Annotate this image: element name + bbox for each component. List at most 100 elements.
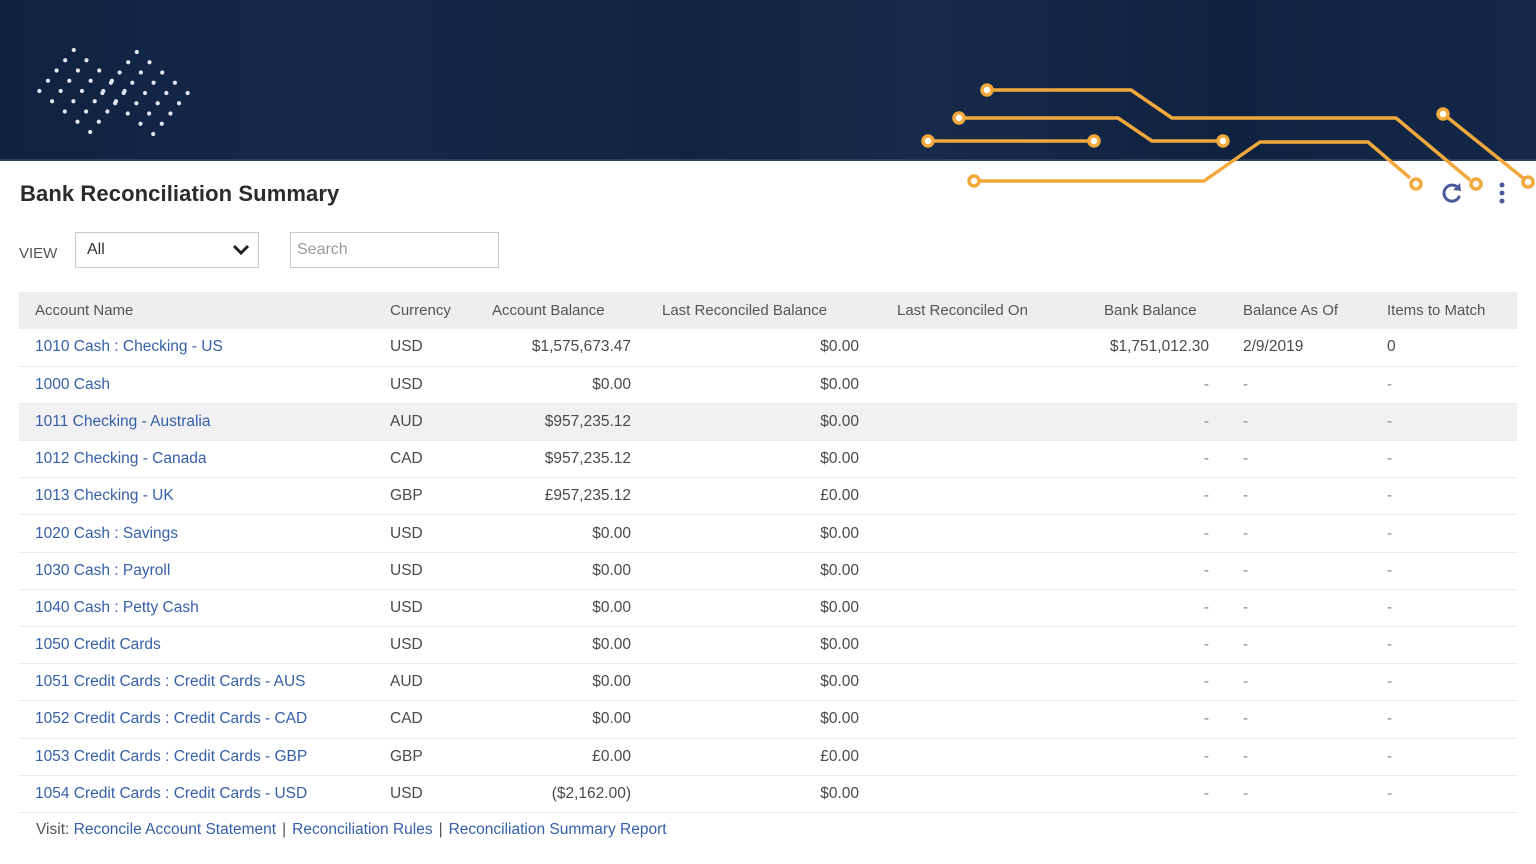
column-header-items-to-match[interactable]: Items to Match bbox=[1369, 292, 1517, 329]
items-to-match-value: - bbox=[1387, 487, 1393, 505]
decoration-dot bbox=[168, 111, 173, 116]
bank-balance-value: - bbox=[1203, 784, 1209, 802]
view-dropdown[interactable]: All bbox=[75, 232, 259, 268]
table-row[interactable]: 1030 Cash : Payroll USD $0.00 $0.00 - - - bbox=[19, 552, 1517, 590]
currency-value: USD bbox=[390, 375, 423, 393]
items-to-match-cell: - bbox=[1369, 663, 1517, 702]
last-reconciled-balance-value: $0.00 bbox=[820, 375, 859, 393]
decoration-dot bbox=[71, 99, 76, 104]
table-row[interactable]: 1012 Checking - Canada CAD $957,235.12 $0.0… bbox=[19, 440, 1517, 479]
balance-as-of-value: - bbox=[1243, 636, 1249, 654]
decoration-dot bbox=[49, 99, 55, 104]
table-row[interactable]: 1050 Credit Cards USD $0.00 $0.00 - - - bbox=[19, 626, 1517, 665]
more-vertical-icon[interactable] bbox=[1492, 180, 1512, 206]
table-row[interactable]: 1052 Credit Cards : Credit Cards - CAD CA… bbox=[19, 700, 1517, 739]
items-to-match-link[interactable]: 0 bbox=[1387, 338, 1396, 355]
account-name-link[interactable]: 1040 Cash : Petty Cash bbox=[35, 599, 199, 616]
reconciliation-rules-link[interactable]: Reconciliation Rules bbox=[292, 821, 432, 838]
last-reconciled-balance-value: $0.00 bbox=[820, 673, 859, 691]
balance-as-of-value: - bbox=[1243, 784, 1249, 802]
account-name-cell: 1013 Checking - UK bbox=[19, 477, 374, 516]
last-reconciled-balance-value: £0.00 bbox=[820, 487, 859, 505]
table-row[interactable]: 1010 Cash : Checking - US USD $1,575,673.4… bbox=[19, 329, 1517, 367]
currency-cell: CAD bbox=[374, 700, 454, 739]
footer-separator: | bbox=[438, 821, 443, 838]
items-to-match-value: - bbox=[1387, 636, 1393, 654]
bank-balance-cell: - bbox=[1059, 738, 1209, 776]
account-name-link[interactable]: 1053 Credit Cards : Credit Cards - GBP bbox=[35, 748, 307, 765]
currency-value: AUD bbox=[390, 673, 423, 691]
last-reconciled-balance-cell: $0.00 bbox=[631, 700, 859, 739]
last-reconciled-balance-cell: $0.00 bbox=[631, 329, 859, 367]
account-name-link[interactable]: 1054 Credit Cards : Credit Cards - USD bbox=[35, 785, 307, 802]
account-name-link[interactable]: 1020 Cash : Savings bbox=[35, 525, 178, 542]
search-input[interactable] bbox=[290, 232, 499, 268]
account-balance-value: $0.00 bbox=[592, 524, 631, 542]
decoration-dot bbox=[84, 109, 89, 114]
account-name-link[interactable]: 1011 Checking - Australia bbox=[35, 413, 210, 430]
account-name-link[interactable]: 1013 Checking - UK bbox=[35, 487, 174, 504]
account-balance-cell: $0.00 bbox=[454, 626, 631, 665]
last-reconciled-on-cell bbox=[859, 589, 1059, 628]
decoration-dot bbox=[151, 131, 156, 137]
items-to-match-value: - bbox=[1387, 450, 1393, 468]
balance-as-of-value: - bbox=[1243, 561, 1249, 579]
balance-as-of-value: - bbox=[1243, 598, 1249, 616]
last-reconciled-on-cell bbox=[859, 663, 1059, 702]
currency-cell: USD bbox=[374, 366, 454, 404]
table-row[interactable]: 1051 Credit Cards : Credit Cards - AUS AU… bbox=[19, 663, 1517, 702]
column-header-account-name[interactable]: Account Name bbox=[19, 292, 374, 329]
table-row[interactable]: 1013 Checking - UK GBP £957,235.12 £0.00 - - - bbox=[19, 477, 1517, 516]
column-header-last-reconciled-on[interactable]: Last Reconciled On bbox=[859, 292, 1059, 329]
currency-value: USD bbox=[390, 561, 423, 579]
table-row[interactable]: 1000 Cash USD $0.00 $0.00 - - - bbox=[19, 366, 1517, 404]
refresh-icon[interactable] bbox=[1439, 180, 1465, 206]
account-name-link[interactable]: 1052 Credit Cards : Credit Cards - CAD bbox=[35, 710, 307, 727]
account-name-link[interactable]: 1051 Credit Cards : Credit Cards - AUS bbox=[35, 673, 306, 690]
footer-separator: | bbox=[282, 821, 287, 838]
last-reconciled-balance-value: $0.00 bbox=[820, 412, 859, 430]
last-reconciled-balance-cell: $0.00 bbox=[631, 775, 859, 813]
account-name-link[interactable]: 1050 Credit Cards bbox=[35, 636, 161, 653]
last-reconciled-on-cell bbox=[859, 403, 1059, 442]
account-name-link[interactable]: 1000 Cash bbox=[35, 376, 110, 393]
decoration-dot bbox=[75, 68, 80, 73]
account-name-link[interactable]: 1012 Checking - Canada bbox=[35, 450, 206, 467]
last-reconciled-balance-cell: $0.00 bbox=[631, 663, 859, 702]
last-reconciled-on-cell bbox=[859, 440, 1059, 479]
view-label: VIEW bbox=[19, 245, 58, 262]
items-to-match-cell: - bbox=[1369, 700, 1517, 739]
account-name-cell: 1020 Cash : Savings bbox=[19, 514, 374, 553]
bank-balance-value: - bbox=[1203, 636, 1209, 654]
account-name-link[interactable]: 1030 Cash : Payroll bbox=[35, 562, 170, 579]
bank-balance-cell: - bbox=[1059, 477, 1209, 516]
table-row[interactable]: 1011 Checking - Australia AUD $957,235.12 $… bbox=[19, 403, 1517, 442]
last-reconciled-on-cell bbox=[859, 329, 1059, 367]
column-header-currency[interactable]: Currency bbox=[374, 292, 454, 329]
table-row[interactable]: 1053 Credit Cards : Credit Cards - GBP GB… bbox=[19, 738, 1517, 776]
reconcile-account-statement-link[interactable]: Reconcile Account Statement bbox=[74, 821, 276, 838]
account-balance-value: $0.00 bbox=[592, 673, 631, 691]
table-row[interactable]: 1054 Credit Cards : Credit Cards - USD US… bbox=[19, 775, 1517, 813]
dot-pattern-decoration bbox=[37, 47, 190, 137]
column-header-balance-as-of[interactable]: Balance As Of bbox=[1209, 292, 1369, 329]
reconciliation-summary-report-link[interactable]: Reconciliation Summary Report bbox=[449, 821, 667, 838]
bank-balance-value: - bbox=[1203, 710, 1209, 728]
footer-prefix: Visit: bbox=[36, 821, 70, 838]
bank-balance-cell: - bbox=[1059, 440, 1209, 479]
bank-balance-value: - bbox=[1203, 450, 1209, 468]
account-name-link[interactable]: 1010 Cash : Checking - US bbox=[35, 338, 223, 355]
account-name-cell: 1012 Checking - Canada bbox=[19, 440, 374, 479]
column-header-bank-balance[interactable]: Bank Balance bbox=[1059, 292, 1209, 329]
table-row[interactable]: 1040 Cash : Petty Cash USD $0.00 $0.00 - - - bbox=[19, 589, 1517, 628]
items-to-match-cell: - bbox=[1369, 477, 1517, 516]
column-header-last-reconciled-balance[interactable]: Last Reconciled Balance bbox=[631, 292, 859, 329]
decoration-dot bbox=[112, 101, 118, 106]
decoration-dot bbox=[121, 90, 126, 96]
table-row[interactable]: 1020 Cash : Savings USD $0.00 $0.00 - - - bbox=[19, 514, 1517, 553]
items-to-match-cell: - bbox=[1369, 514, 1517, 553]
bank-balance-cell: - bbox=[1059, 403, 1209, 442]
account-balance-value: $0.00 bbox=[592, 636, 631, 654]
column-header-account-balance[interactable]: Account Balance bbox=[454, 292, 631, 329]
balance-as-of-cell: - bbox=[1209, 366, 1369, 404]
